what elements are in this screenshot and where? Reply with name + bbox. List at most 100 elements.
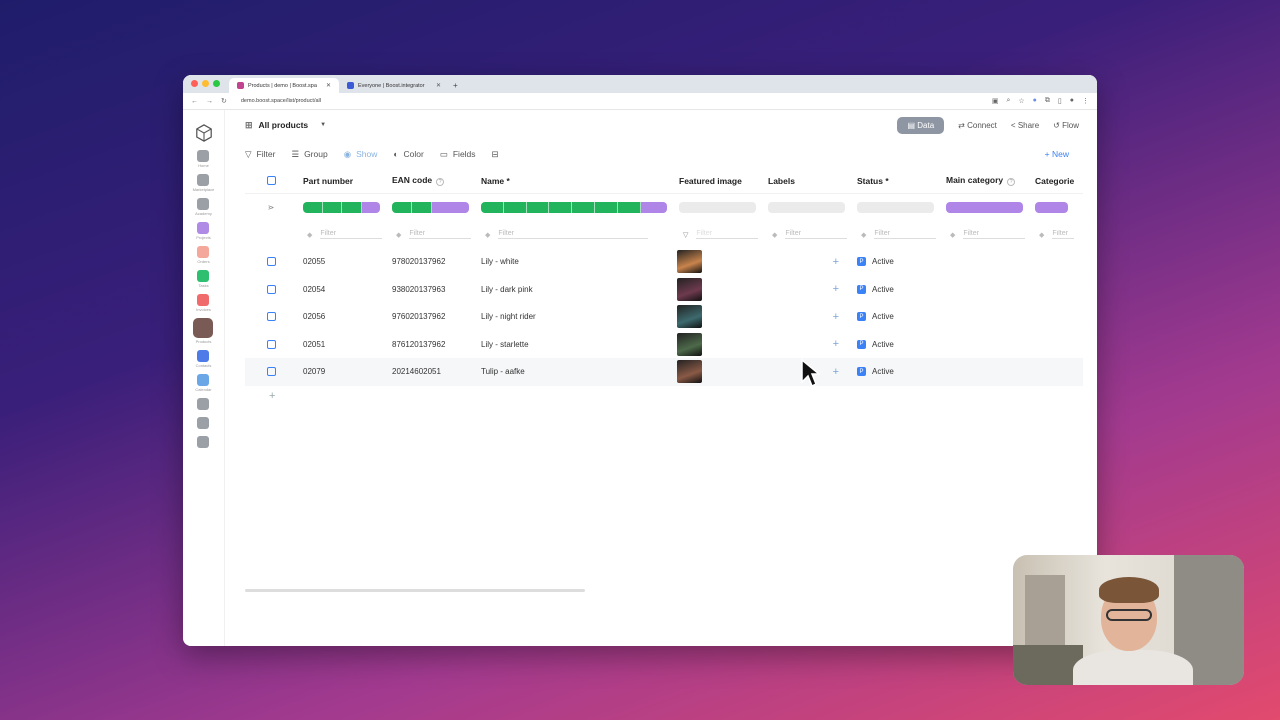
expand-icon[interactable]: ⋗	[268, 203, 275, 212]
cell-status[interactable]: P Active	[851, 257, 940, 267]
share-button[interactable]: < Share	[1011, 121, 1039, 130]
filter-part-number[interactable]: ◆ Filter	[297, 230, 386, 239]
filter-name[interactable]: ◆ Filter	[475, 230, 673, 239]
product-thumbnail[interactable]	[677, 332, 702, 356]
cell-ean[interactable]: 938020137963	[386, 285, 475, 294]
table-row[interactable]: 02056 976020137962 Lily - night rider + P Act…	[245, 303, 1083, 331]
product-thumbnail[interactable]	[677, 250, 702, 274]
extension-icon[interactable]: ●	[1033, 97, 1037, 105]
column-header-name[interactable]: Name *	[475, 176, 673, 186]
cell-ean[interactable]: 976020137962	[386, 312, 475, 321]
cell-name[interactable]: Lily - starlette	[475, 340, 673, 349]
sidebar-item-orders[interactable]: Orders	[193, 246, 215, 264]
new-record-button[interactable]: + New	[1045, 149, 1069, 159]
screen-cast-icon[interactable]: ▣	[992, 97, 999, 105]
boost-space-logo-icon[interactable]	[195, 124, 213, 142]
filter-input[interactable]: Filter	[409, 230, 472, 239]
sidebar-item-invoices[interactable]: Invoices	[193, 294, 215, 312]
add-label-icon[interactable]: +	[762, 311, 851, 323]
filter-input[interactable]: Filter	[785, 230, 848, 239]
view-selector[interactable]: ⊞ All products ▼	[245, 120, 326, 131]
row-checkbox[interactable]	[266, 339, 276, 349]
column-header-featured-image[interactable]: Featured image	[673, 176, 762, 186]
cell-part-number[interactable]: 02079	[297, 367, 386, 376]
filter-input[interactable]: Filter	[1052, 230, 1074, 239]
color-button[interactable]: ◐ Color	[393, 149, 423, 159]
minimize-window-button[interactable]	[202, 80, 209, 87]
cell-name[interactable]: Lily - white	[475, 257, 673, 266]
filter-input[interactable]: Filter	[498, 230, 649, 239]
column-header-status[interactable]: Status *	[851, 176, 940, 186]
filter-labels[interactable]: ◆ Filter	[762, 230, 851, 239]
extensions-puzzle-icon[interactable]: ⧉	[1045, 97, 1050, 105]
add-label-icon[interactable]: +	[762, 338, 851, 350]
row-checkbox[interactable]	[266, 284, 276, 294]
filter-input[interactable]: Filter	[320, 230, 383, 239]
filter-ean[interactable]: ◆ Filter	[386, 230, 475, 239]
close-tab-icon[interactable]: ✕	[326, 82, 331, 89]
column-header-categories[interactable]: Categories	[1029, 176, 1074, 186]
bookmark-star-icon[interactable]: ☆	[1018, 97, 1024, 105]
row-checkbox[interactable]	[266, 312, 276, 322]
cell-ean[interactable]: 876120137962	[386, 340, 475, 349]
sidebar-item-calendar[interactable]: Calendar	[193, 374, 215, 392]
product-thumbnail[interactable]	[677, 305, 702, 329]
cell-ean[interactable]: 978020137962	[386, 257, 475, 266]
sidebar-item-contacts[interactable]: Contacts	[193, 350, 215, 368]
row-checkbox[interactable]	[266, 367, 276, 377]
horizontal-scrollbar[interactable]	[245, 589, 585, 592]
close-window-button[interactable]	[191, 80, 198, 87]
filter-main-category[interactable]: ◆ Filter	[940, 230, 1029, 239]
back-arrow-icon[interactable]: ←	[191, 98, 198, 105]
column-header-labels[interactable]: Labels	[762, 176, 851, 186]
product-thumbnail[interactable]	[677, 360, 702, 384]
cell-status[interactable]: P Active	[851, 367, 940, 377]
cell-part-number[interactable]: 02051	[297, 340, 386, 349]
cell-ean[interactable]: 20214602051	[386, 367, 475, 376]
browser-menu-icon[interactable]: ⋮	[1082, 97, 1089, 105]
column-header-part-number[interactable]: Part number	[297, 176, 386, 186]
row-checkbox[interactable]	[266, 257, 276, 267]
column-header-main-category[interactable]: Main category?	[940, 175, 1029, 186]
table-row[interactable]: 02055 978020137962 Lily - white + P Active	[245, 248, 1083, 276]
connect-button[interactable]: ⇄ Connect	[958, 121, 997, 130]
product-thumbnail[interactable]	[677, 277, 702, 301]
sidebar-item-products[interactable]: Products	[193, 318, 215, 344]
maximize-window-button[interactable]	[213, 80, 220, 87]
filter-featured-image[interactable]: ▽ Filter	[673, 230, 762, 239]
forward-arrow-icon[interactable]: →	[206, 98, 213, 105]
cell-status[interactable]: P Active	[851, 312, 940, 322]
cell-name[interactable]: Lily - dark pink	[475, 285, 673, 294]
info-icon[interactable]: ?	[436, 178, 445, 186]
table-layout-button[interactable]: ⊟	[492, 149, 499, 160]
sidebar-item-item-11[interactable]	[193, 417, 215, 430]
table-row[interactable]: 02079 20214602051 Tulip - aafke + P Active	[245, 358, 1083, 386]
cell-featured-image[interactable]	[673, 360, 762, 384]
data-button[interactable]: ▤ Data	[897, 116, 945, 134]
sidepanel-icon[interactable]: ▯	[1058, 97, 1062, 105]
filter-input[interactable]: Filter	[963, 230, 1026, 239]
sidebar-item-academy[interactable]: Academy	[193, 198, 215, 216]
cell-name[interactable]: Lily - night rider	[475, 312, 673, 321]
zoom-icon[interactable]: ⌕	[1006, 97, 1010, 105]
filter-button[interactable]: ▽ Filter	[245, 149, 275, 160]
group-button[interactable]: ☰ Group	[291, 149, 327, 160]
reload-icon[interactable]: ↻	[221, 97, 227, 105]
info-icon[interactable]: ?	[1007, 178, 1016, 186]
cell-featured-image[interactable]	[673, 250, 762, 274]
add-label-icon[interactable]: +	[762, 256, 851, 268]
cell-featured-image[interactable]	[673, 332, 762, 356]
filter-status[interactable]: ◆ Filter	[851, 230, 940, 239]
cell-featured-image[interactable]	[673, 277, 762, 301]
browser-tab-products[interactable]: Products | demo | Boost.spa ✕	[229, 78, 339, 93]
filter-categories[interactable]: ◆ Filter	[1029, 230, 1074, 239]
profile-icon[interactable]: ●	[1070, 97, 1074, 105]
new-tab-icon[interactable]: +	[453, 78, 458, 93]
table-row[interactable]: 02051 876120137962 Lily - starlette + P Activ…	[245, 331, 1083, 359]
show-button[interactable]: ◉ Show	[344, 149, 378, 160]
browser-tab-integrator[interactable]: Everyone | Boost.integrator ✕	[339, 78, 449, 93]
select-all-checkbox[interactable]	[266, 176, 276, 185]
filter-input[interactable]: Filter	[874, 230, 937, 239]
cell-status[interactable]: P Active	[851, 339, 940, 349]
cell-featured-image[interactable]	[673, 305, 762, 329]
